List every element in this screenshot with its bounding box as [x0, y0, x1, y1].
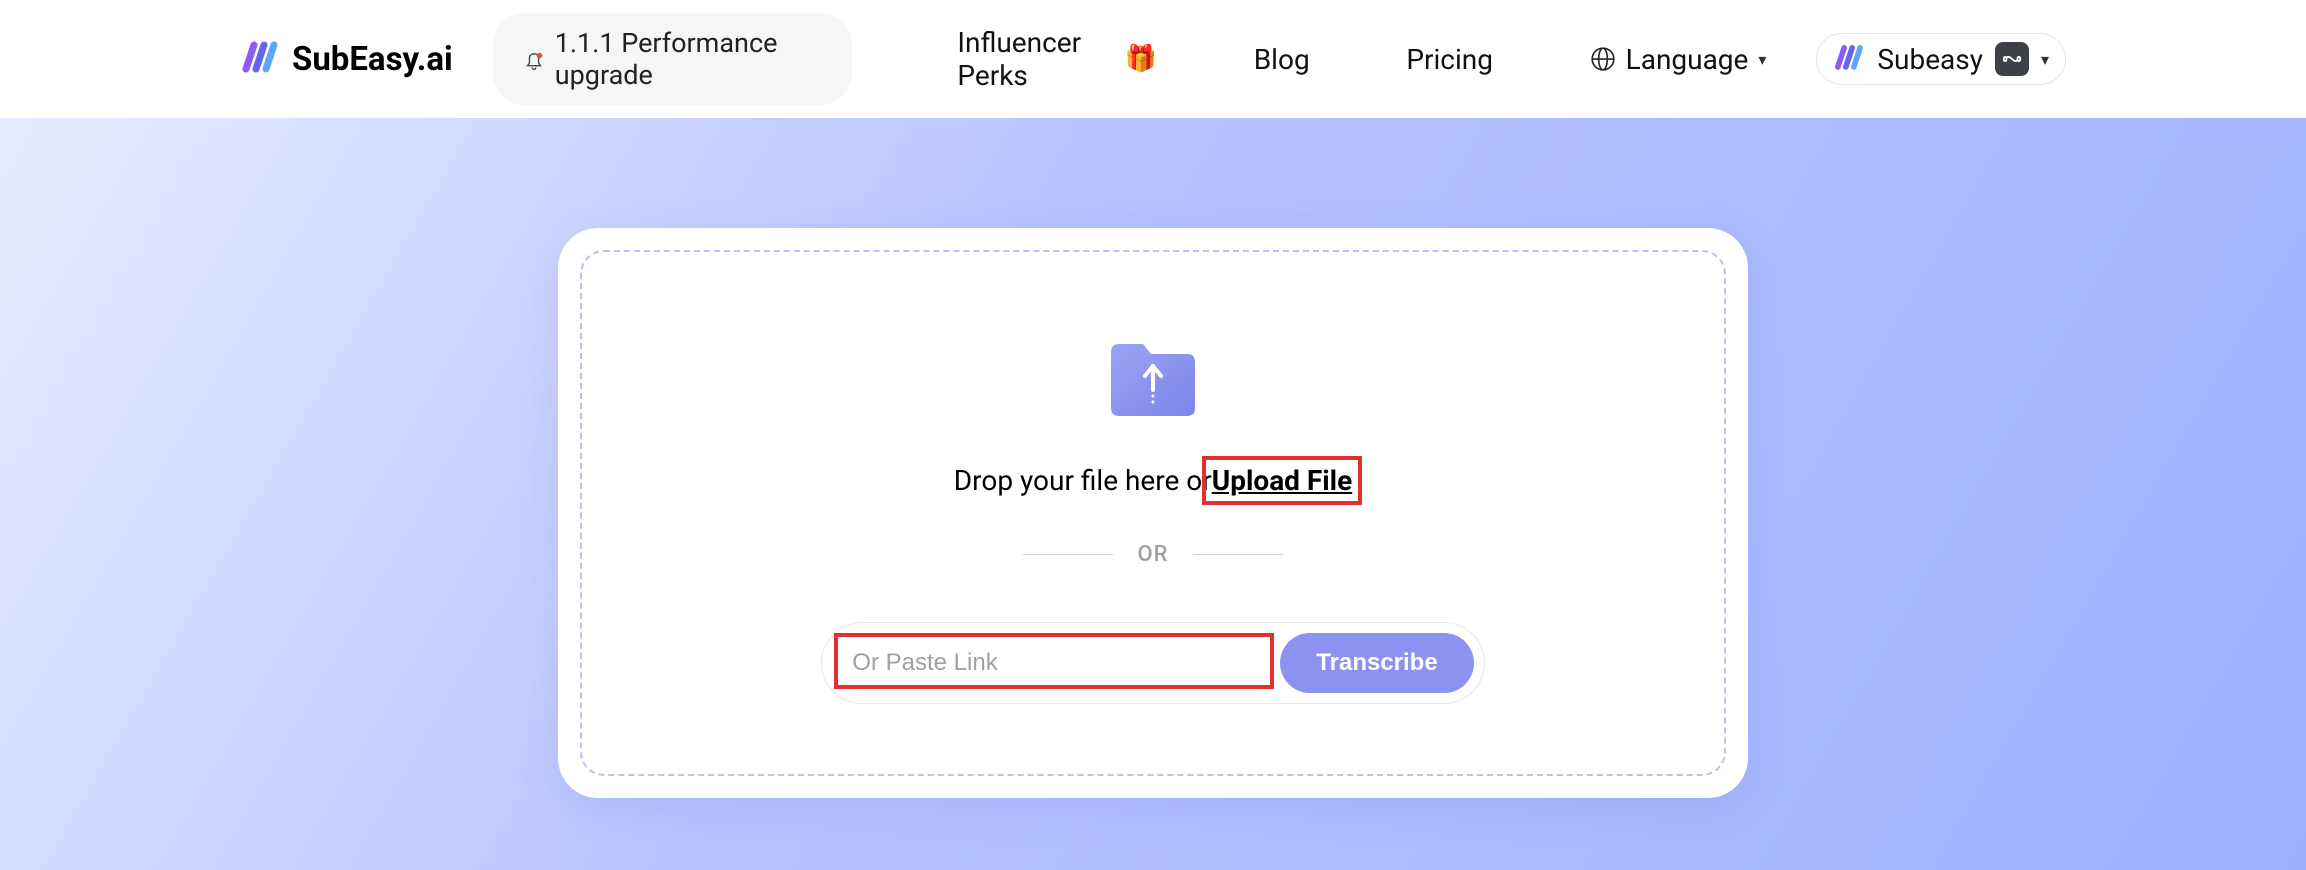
logo-icon	[240, 39, 280, 79]
announcement-pill[interactable]: 1.1.1 Performance upgrade	[493, 13, 853, 105]
language-label: Language	[1626, 43, 1749, 76]
transcribe-button[interactable]: Transcribe	[1280, 633, 1473, 693]
infinity-badge-icon	[1995, 42, 2029, 76]
globe-icon	[1590, 46, 1616, 72]
or-label: OR	[1137, 542, 1168, 567]
gift-icon: 🎁	[1125, 44, 1157, 74]
nav-influencer-perks[interactable]: Influencer Perks 🎁	[957, 26, 1157, 92]
drop-prefix: Drop your file here or	[954, 464, 1212, 497]
logo[interactable]: SubEasy.ai	[240, 39, 453, 79]
bell-icon	[523, 48, 545, 70]
divider-line	[1193, 554, 1283, 555]
announcement-text: 1.1.1 Performance upgrade	[555, 27, 823, 91]
upload-dropzone[interactable]: Drop your file here or Upload File OR Tr…	[580, 250, 1726, 776]
or-divider: OR	[1023, 542, 1282, 567]
upload-card: Drop your file here or Upload File OR Tr…	[558, 228, 1748, 798]
paste-link-input[interactable]	[832, 637, 1262, 689]
nav-influencer-label: Influencer Perks	[957, 26, 1118, 92]
drop-text: Drop your file here or Upload File	[954, 464, 1352, 497]
user-menu[interactable]: Subeasy ▾	[1816, 33, 2066, 85]
user-logo-icon	[1833, 43, 1865, 75]
nav-pricing[interactable]: Pricing	[1406, 43, 1493, 76]
language-dropdown[interactable]: Language ▾	[1590, 43, 1767, 76]
upload-file-link[interactable]: Upload File	[1212, 464, 1352, 497]
logo-text: SubEasy.ai	[292, 40, 453, 79]
header: SubEasy.ai 1.1.1 Performance upgrade Inf…	[0, 0, 2306, 118]
folder-upload-icon	[1103, 332, 1203, 424]
chevron-down-icon: ▾	[1758, 50, 1766, 69]
hero-section: Drop your file here or Upload File OR Tr…	[0, 118, 2306, 870]
divider-line	[1023, 554, 1113, 555]
nav-blog[interactable]: Blog	[1254, 43, 1310, 76]
username: Subeasy	[1877, 43, 1983, 76]
paste-link-row: Transcribe	[821, 622, 1484, 704]
chevron-down-icon: ▾	[2041, 50, 2049, 69]
